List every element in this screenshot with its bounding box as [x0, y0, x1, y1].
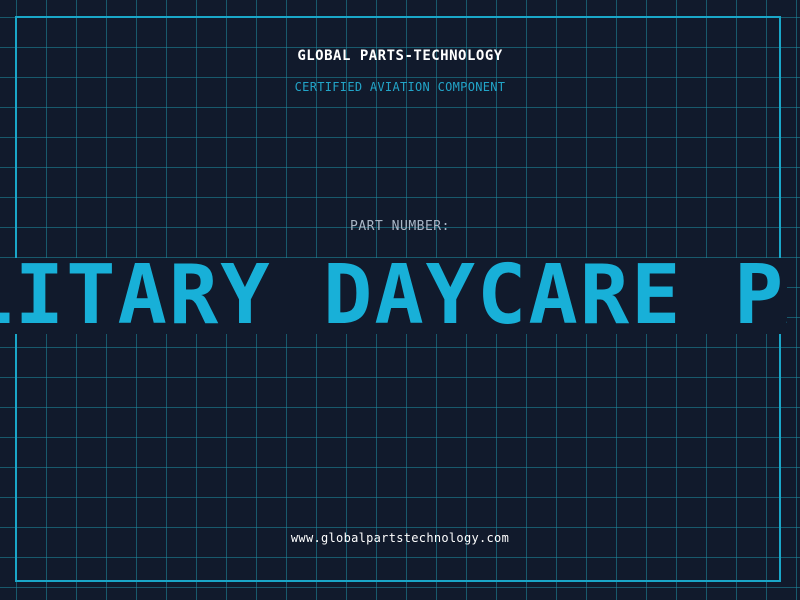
- company-name: GLOBAL PARTS-TECHNOLOGY: [297, 48, 503, 64]
- certification-tagline: CERTIFIED AVIATION COMPONENT: [294, 80, 506, 94]
- part-number-value: MILITARY DAYCARE PART: [0, 258, 787, 334]
- website-url: www.globalpartstechnology.com: [290, 531, 510, 545]
- part-number-band: MILITARY DAYCARE PART: [0, 258, 787, 334]
- part-number-label: PART NUMBER:: [350, 219, 450, 234]
- label-card: GLOBAL PARTS-TECHNOLOGY CERTIFIED AVIATI…: [0, 0, 800, 600]
